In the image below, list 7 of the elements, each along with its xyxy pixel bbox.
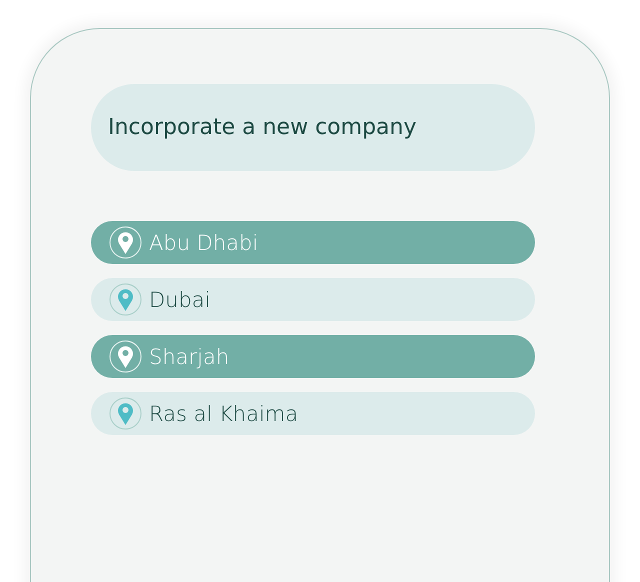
location-item[interactable]: Dubai bbox=[91, 278, 535, 321]
location-pin-icon bbox=[109, 283, 142, 316]
location-pin-icon bbox=[109, 397, 142, 430]
location-pin-icon bbox=[109, 340, 142, 373]
location-item[interactable]: Ras al Khaima bbox=[91, 392, 535, 435]
location-pin-icon bbox=[109, 226, 142, 259]
header-title: Incorporate a new company bbox=[108, 115, 416, 140]
